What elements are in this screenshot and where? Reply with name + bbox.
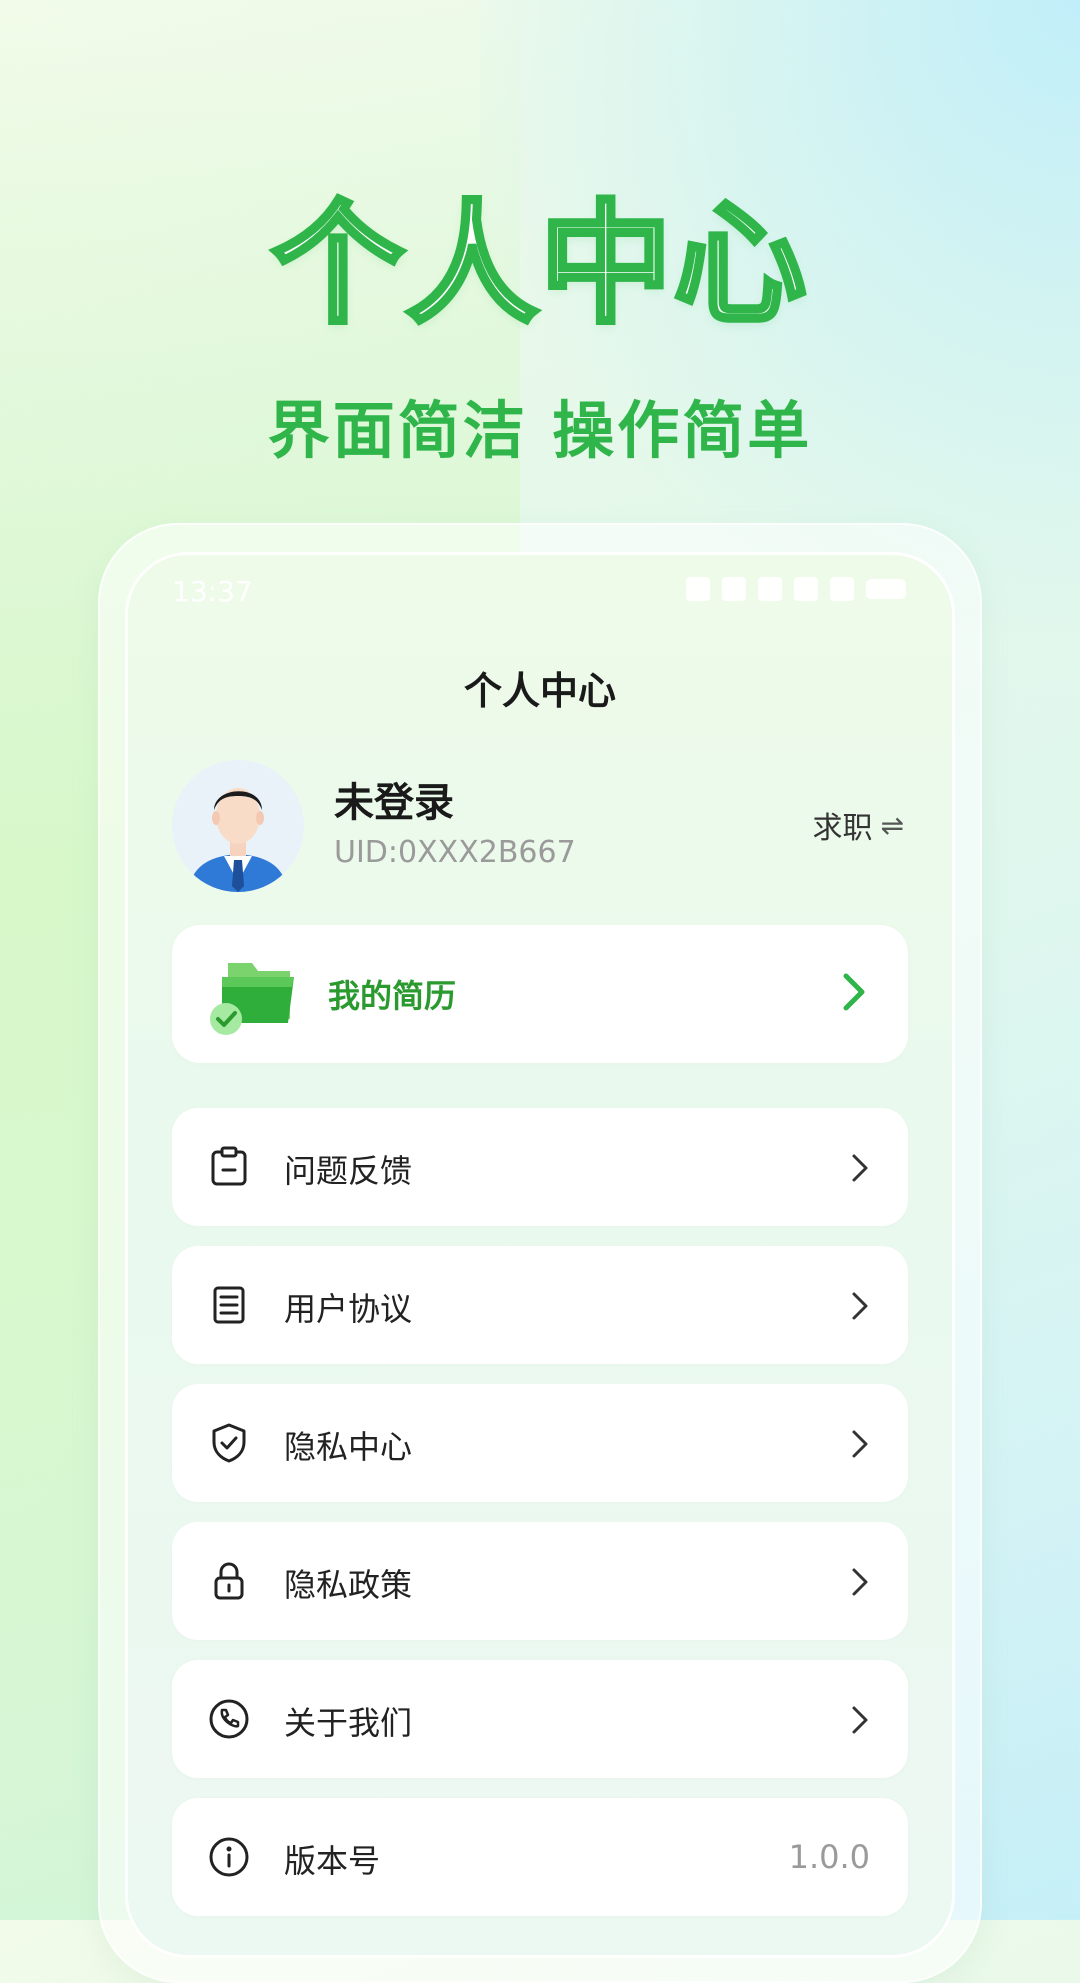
notification-icon xyxy=(722,577,746,601)
menu-item-privacy-policy[interactable]: 隐私政策 xyxy=(172,1522,908,1640)
feedback-clipboard-icon xyxy=(211,1146,247,1186)
lock-icon xyxy=(214,1562,244,1600)
menu-item-feedback[interactable]: 问题反馈 xyxy=(172,1108,908,1226)
status-time: 13:37 xyxy=(172,575,253,608)
phone-icon xyxy=(209,1699,249,1739)
menu-item-label: 关于我们 xyxy=(284,1704,413,1742)
menu-item-label: 用户协议 xyxy=(284,1290,413,1328)
wifi-icon xyxy=(830,577,854,601)
shield-check-icon xyxy=(212,1423,246,1463)
menu-item-label: 隐私政策 xyxy=(284,1566,413,1604)
role-switch-label: 求职 xyxy=(812,811,873,846)
menu-item-label: 隐私中心 xyxy=(284,1428,413,1466)
chevron-right-icon xyxy=(852,1430,868,1458)
status-bar: 13:37 xyxy=(128,575,952,615)
hero-title: 个人中心 xyxy=(270,188,809,343)
my-resume-label: 我的简历 xyxy=(328,977,457,1015)
menu-item-about-us[interactable]: 关于我们 xyxy=(172,1660,908,1778)
network-speed-icon xyxy=(758,577,782,601)
settings-menu: 问题反馈 用户协议 隐私中心 隐私政策 关于我们 版本号 1.0.0 xyxy=(172,1108,908,1936)
folder-check-icon xyxy=(210,963,294,1035)
document-icon xyxy=(213,1286,245,1324)
info-icon xyxy=(209,1837,249,1877)
battery-icon xyxy=(866,579,906,599)
my-resume-card[interactable]: 我的简历 xyxy=(172,925,908,1063)
role-switch-button[interactable]: 求职 ⇌ xyxy=(813,803,904,847)
version-value: 1.0.0 xyxy=(788,1838,870,1876)
user-uid: UID:0XXX2B667 xyxy=(334,835,576,870)
menu-item-version[interactable]: 版本号 1.0.0 xyxy=(172,1798,908,1916)
sim-icon xyxy=(794,577,818,601)
username: 未登录 xyxy=(334,780,454,826)
phone-screen: 13:37 个人中心 未登录 UID:0XXX2B667 求职 ⇌ 我的简历 问… xyxy=(128,555,952,1955)
chevron-right-icon xyxy=(843,973,865,1011)
chevron-right-icon xyxy=(852,1292,868,1320)
chevron-right-icon xyxy=(852,1154,868,1182)
hero-subtitle: 界面简洁 操作简单 xyxy=(267,394,813,467)
chevron-right-icon xyxy=(852,1706,868,1734)
location-icon xyxy=(686,577,710,601)
avatar[interactable] xyxy=(172,760,304,892)
status-icons xyxy=(686,577,906,601)
menu-item-label: 版本号 xyxy=(284,1842,381,1880)
page-title: 个人中心 xyxy=(463,669,616,713)
menu-item-privacy-center[interactable]: 隐私中心 xyxy=(172,1384,908,1502)
chevron-right-icon xyxy=(852,1568,868,1596)
menu-item-label: 问题反馈 xyxy=(284,1152,413,1190)
menu-item-user-agreement[interactable]: 用户协议 xyxy=(172,1246,908,1364)
switch-arrows-icon: ⇌ xyxy=(880,808,904,842)
